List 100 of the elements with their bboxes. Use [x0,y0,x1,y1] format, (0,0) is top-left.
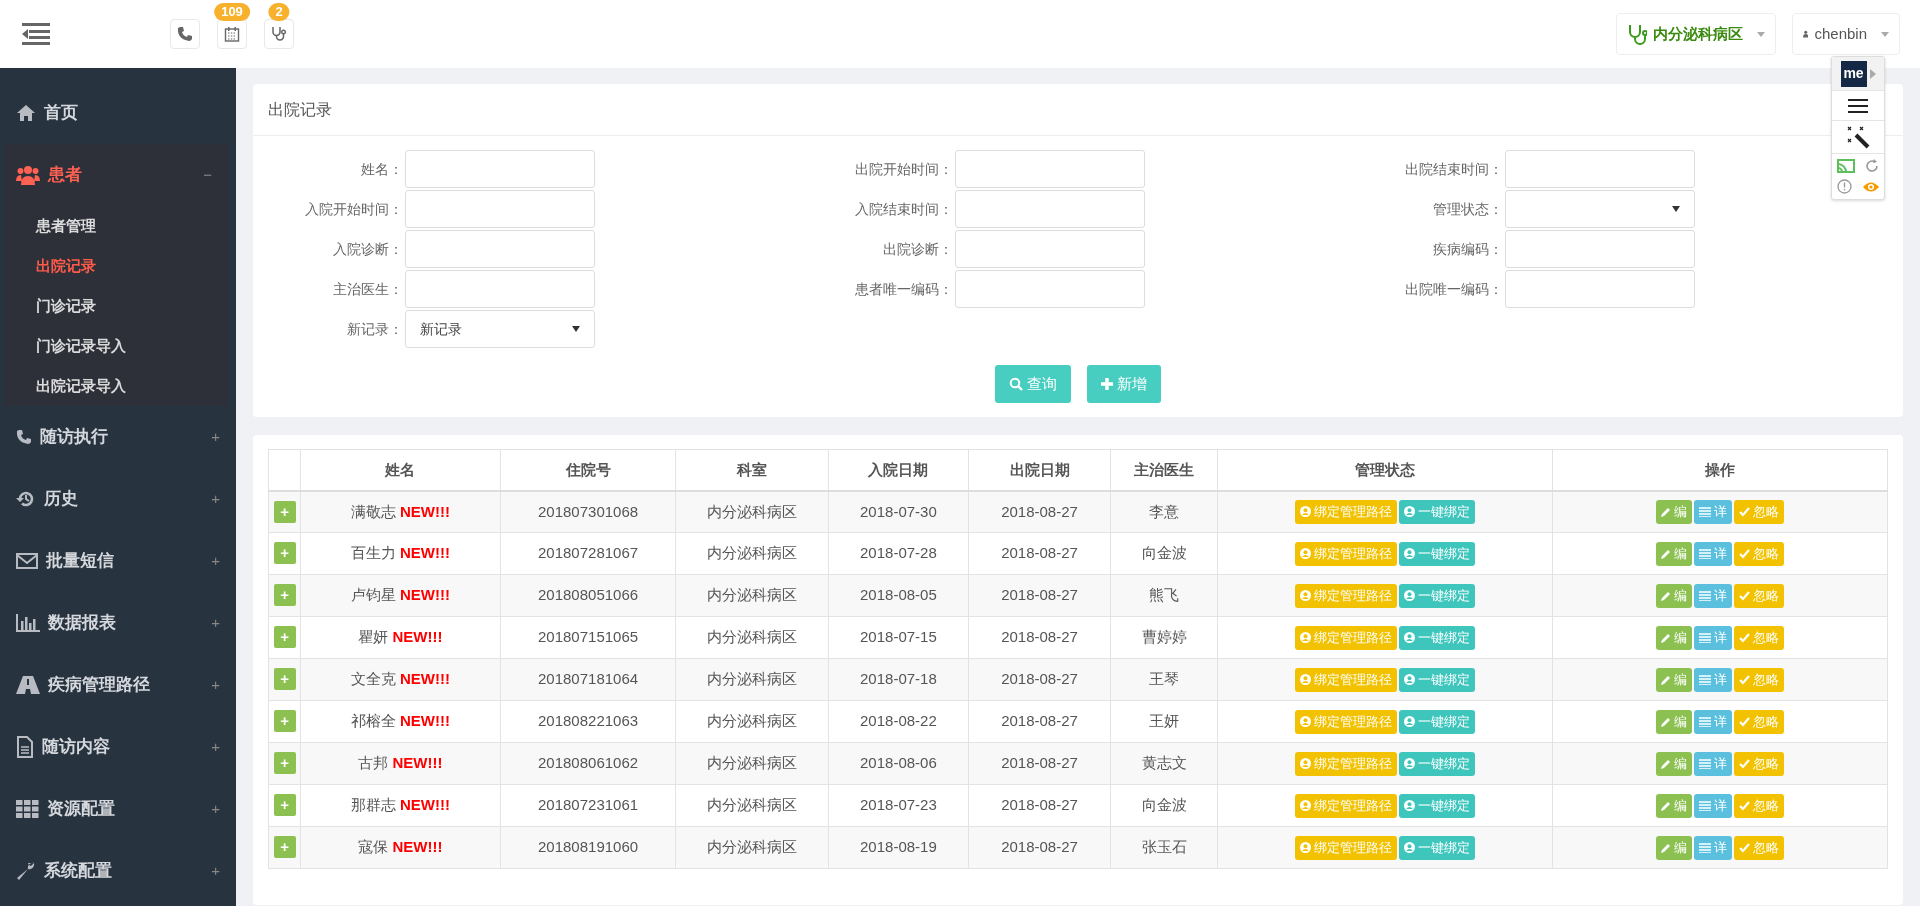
action-button[interactable]: 详 [1693,583,1732,608]
action-button[interactable]: 编 [1655,583,1692,608]
action-button[interactable]: 忽略 [1733,541,1784,566]
submenu-item[interactable]: 门诊记录导入 [5,326,228,366]
action-button[interactable]: 详 [1693,499,1732,524]
sidebar-item[interactable]: 系统配置 + [0,840,236,902]
input-field[interactable] [955,270,1145,308]
status-button[interactable]: 一键绑定 [1398,793,1475,818]
expand-button[interactable]: + [273,752,296,775]
action-button[interactable]: 详 [1693,793,1732,818]
status-button[interactable]: 绑定管理路径 [1294,499,1397,524]
status-button[interactable]: 一键绑定 [1398,499,1475,524]
input-field[interactable] [405,190,595,228]
expand-button[interactable]: + [273,584,296,607]
expand-button[interactable]: + [273,626,296,649]
status-button[interactable]: 绑定管理路径 [1294,667,1397,692]
list-icon [1698,548,1711,559]
action-button[interactable]: 忽略 [1733,625,1784,650]
sidebar-item[interactable]: 资源配置 + [0,778,236,840]
status-button[interactable]: 一键绑定 [1398,835,1475,860]
sidebar-item[interactable]: 历史 + [0,468,236,530]
sidebar-item[interactable]: 数据报表 + [0,592,236,654]
status-button[interactable]: 绑定管理路径 [1294,793,1397,818]
input-field[interactable] [405,230,595,268]
input-field[interactable] [405,270,595,308]
expand-button[interactable]: + [273,500,296,523]
user-dropdown[interactable]: chenbin [1792,13,1900,55]
stethoscope-button[interactable] [264,19,294,49]
input-field[interactable] [955,150,1145,188]
magic-wand-icon[interactable] [1846,125,1870,149]
status-button[interactable]: 一键绑定 [1398,751,1475,776]
extension-logo[interactable]: me [1840,60,1867,87]
sidebar-item[interactable]: 疾病管理路径 + [0,654,236,716]
action-button[interactable]: 详 [1693,625,1732,650]
calendar-button[interactable] [217,19,247,49]
cast-icon[interactable] [1837,159,1855,173]
action-button[interactable]: 编 [1655,751,1692,776]
expand-button[interactable]: + [273,836,296,859]
action-button[interactable]: 忽略 [1733,583,1784,608]
sidebar-item[interactable]: 批量短信 + [0,530,236,592]
menu-icon[interactable] [1848,98,1868,113]
action-button[interactable]: 编 [1655,835,1692,860]
action-button[interactable]: 详 [1693,835,1732,860]
status-button[interactable]: 绑定管理路径 [1294,583,1397,608]
action-button[interactable]: 忽略 [1733,835,1784,860]
select-field[interactable] [1505,190,1695,228]
action-button[interactable]: 编 [1655,541,1692,566]
department-dropdown[interactable]: 内分泌科病区 [1616,13,1776,55]
action-button[interactable]: 忽略 [1733,709,1784,734]
submenu-item[interactable]: 出院记录导入 [5,366,228,406]
submenu-item[interactable]: 患者管理 [5,206,228,246]
input-field[interactable] [405,150,595,188]
status-button[interactable]: 绑定管理路径 [1294,541,1397,566]
plus-button[interactable]: 新增 [1087,365,1161,403]
action-button[interactable]: 详 [1693,541,1732,566]
status-button[interactable]: 绑定管理路径 [1294,625,1397,650]
action-button[interactable]: 编 [1655,793,1692,818]
phone-button[interactable] [170,19,200,49]
action-button[interactable]: 详 [1693,709,1732,734]
status-button[interactable]: 绑定管理路径 [1294,709,1397,734]
status-button[interactable]: 绑定管理路径 [1294,751,1397,776]
expand-button[interactable]: + [273,668,296,691]
input-field[interactable] [1505,150,1695,188]
submenu-item[interactable]: 出院记录 [5,246,228,286]
status-button[interactable]: 一键绑定 [1398,709,1475,734]
action-button[interactable]: 忽略 [1733,793,1784,818]
action-button[interactable]: 编 [1655,499,1692,524]
status-button[interactable]: 一键绑定 [1398,667,1475,692]
status-button[interactable]: 一键绑定 [1398,541,1475,566]
sidebar-item[interactable]: 随访执行 + [0,406,236,468]
status-button[interactable]: 绑定管理路径 [1294,835,1397,860]
action-button[interactable]: 忽略 [1733,751,1784,776]
submenu-item[interactable]: 门诊记录 [5,286,228,326]
action-button[interactable]: 编 [1655,709,1692,734]
action-button[interactable]: 编 [1655,625,1692,650]
action-button[interactable]: 编 [1655,667,1692,692]
expand-arrow-icon[interactable] [1869,68,1876,79]
input-field[interactable] [1505,270,1695,308]
sidebar-item[interactable]: 患者 − [5,144,228,206]
search-button[interactable]: 查询 [995,365,1071,403]
action-button[interactable]: 忽略 [1733,499,1784,524]
status-button[interactable]: 一键绑定 [1398,625,1475,650]
sidebar-item[interactable]: 首页 [0,82,236,144]
sidebar-item[interactable]: 随访内容 + [0,716,236,778]
status-button[interactable]: 一键绑定 [1398,583,1475,608]
input-field[interactable] [1505,230,1695,268]
input-field[interactable] [955,190,1145,228]
input-field[interactable] [955,230,1145,268]
select-field[interactable]: 新记录 [405,310,595,348]
expand-button[interactable]: + [273,710,296,733]
action-button[interactable]: 详 [1693,667,1732,692]
expand-button[interactable]: + [273,542,296,565]
expand-button[interactable]: + [273,794,296,817]
refresh-icon[interactable] [1865,159,1879,173]
menu-collapse-icon[interactable] [20,22,50,46]
column-header: 住院号 [500,449,676,491]
action-button[interactable]: 详 [1693,751,1732,776]
eye-icon[interactable] [1861,180,1880,193]
info-icon[interactable] [1836,179,1852,194]
action-button[interactable]: 忽略 [1733,667,1784,692]
